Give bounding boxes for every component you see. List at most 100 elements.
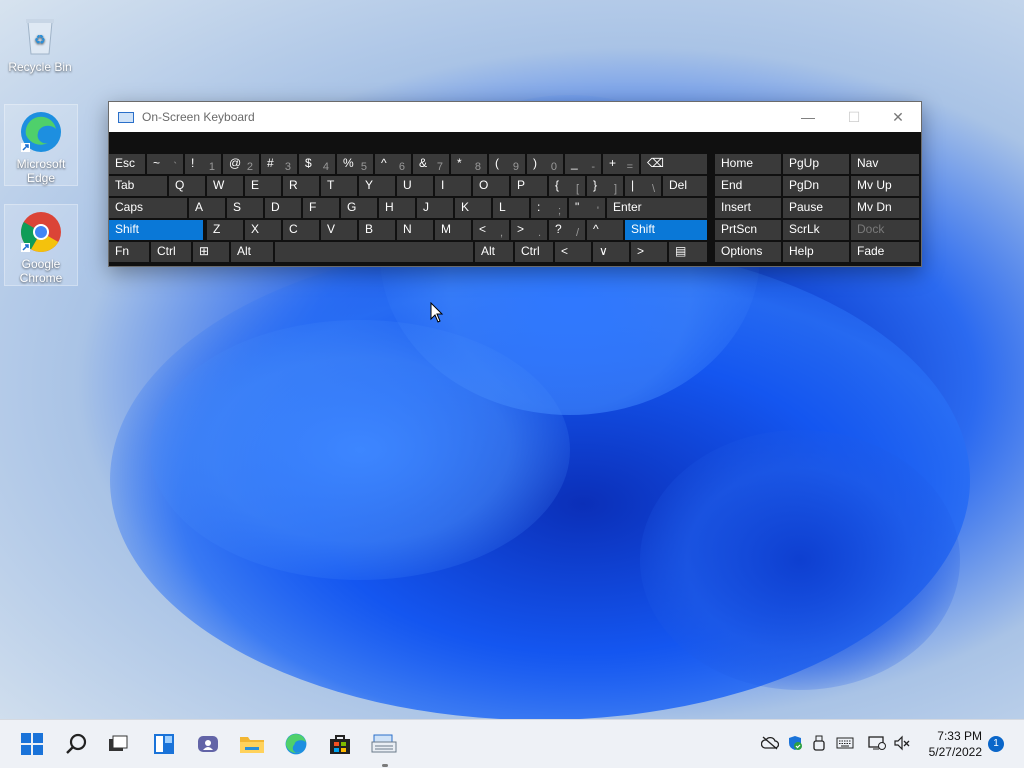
key-slash[interactable]: ? / — [549, 220, 585, 240]
key-insert[interactable]: Insert — [715, 198, 781, 218]
key-end[interactable]: End — [715, 176, 781, 196]
key-left-bracket[interactable]: {[ — [549, 176, 585, 196]
key-pgup[interactable]: PgUp — [783, 154, 849, 174]
key-backspace[interactable]: ⌫ — [641, 154, 707, 174]
key-period[interactable]: >. — [511, 220, 547, 240]
key-b[interactable]: B — [359, 220, 395, 240]
google-chrome-desktop-icon[interactable]: Google Chrome — [4, 204, 78, 286]
start-button[interactable] — [16, 728, 48, 760]
key-2[interactable]: @2 — [223, 154, 259, 174]
touch-keyboard-icon[interactable] — [836, 734, 854, 752]
key-r[interactable]: R — [283, 176, 319, 196]
key-5[interactable]: % 5 — [337, 154, 373, 174]
key-menu[interactable]: ▤ — [669, 242, 707, 262]
key-4[interactable]: $4 — [299, 154, 335, 174]
store-button[interactable] — [324, 728, 356, 760]
key-8[interactable]: * 8 — [451, 154, 487, 174]
key-comma[interactable]: <, — [473, 220, 509, 240]
key-right-arrow[interactable]: > — [631, 242, 667, 262]
key-p[interactable]: P — [511, 176, 547, 196]
key-u[interactable]: U — [397, 176, 433, 196]
key-quote[interactable]: " ' — [569, 198, 605, 218]
key-l[interactable]: L — [493, 198, 529, 218]
edge-taskbar-button[interactable] — [280, 728, 312, 760]
key-mv-up[interactable]: Mv Up — [851, 176, 919, 196]
usb-device-icon[interactable] — [810, 734, 828, 752]
key-o[interactable]: O — [473, 176, 509, 196]
key-left-arrow[interactable]: < — [555, 242, 591, 262]
key-k[interactable]: K — [455, 198, 491, 218]
key-scrlk[interactable]: ScrLk — [783, 220, 849, 240]
key-h[interactable]: H — [379, 198, 415, 218]
key-n[interactable]: N — [397, 220, 433, 240]
key-m[interactable]: M — [435, 220, 471, 240]
key-delete[interactable]: Del — [663, 176, 707, 196]
key-y[interactable]: Y — [359, 176, 395, 196]
key-windows[interactable]: ⊞ — [193, 242, 229, 262]
key-6[interactable]: ^ 6 — [375, 154, 411, 174]
key-e[interactable]: E — [245, 176, 281, 196]
key-pgdn[interactable]: PgDn — [783, 176, 849, 196]
key-minus[interactable]: _ - — [565, 154, 601, 174]
key-i[interactable]: I — [435, 176, 471, 196]
task-view-button[interactable] — [102, 728, 134, 760]
key-home[interactable]: Home — [715, 154, 781, 174]
network-icon[interactable] — [868, 734, 886, 752]
key-enter[interactable]: Enter — [607, 198, 707, 218]
key-x[interactable]: X — [245, 220, 281, 240]
key-tab[interactable]: Tab — [109, 176, 167, 196]
key-t[interactable]: T — [321, 176, 357, 196]
key-z[interactable]: Z — [207, 220, 243, 240]
file-explorer-button[interactable] — [236, 728, 268, 760]
key-caps-lock[interactable]: Caps — [109, 198, 187, 218]
key-right-bracket[interactable]: }] — [587, 176, 623, 196]
key-prtscn[interactable]: PrtScn — [715, 220, 781, 240]
search-button[interactable] — [60, 728, 92, 760]
notification-badge[interactable]: 1 — [988, 736, 1004, 752]
key-equals[interactable]: + = — [603, 154, 639, 174]
key-pause[interactable]: Pause — [783, 198, 849, 218]
key-0[interactable]: ) 0 — [527, 154, 563, 174]
volume-muted-icon[interactable] — [893, 734, 911, 752]
widgets-button[interactable] — [148, 728, 180, 760]
key-mv-dn[interactable]: Mv Dn — [851, 198, 919, 218]
key-tilde[interactable]: ~ ` — [147, 154, 183, 174]
key-g[interactable]: G — [341, 198, 377, 218]
key-nav[interactable]: Nav — [851, 154, 919, 174]
recycle-bin-desktop-icon[interactable]: ♻ Recycle Bin — [4, 8, 76, 74]
key-right-ctrl[interactable]: Ctrl — [515, 242, 553, 262]
key-9[interactable]: (9 — [489, 154, 525, 174]
key-down-arrow[interactable]: ∨ — [593, 242, 629, 262]
system-clock[interactable]: 7:33 PM 5/27/2022 — [929, 728, 982, 760]
window-title-bar[interactable]: On-Screen Keyboard — ☐ ✕ — [109, 102, 921, 132]
key-right-shift[interactable]: Shift — [625, 220, 707, 240]
key-w[interactable]: W — [207, 176, 243, 196]
chat-button[interactable] — [192, 728, 224, 760]
key-j[interactable]: J — [417, 198, 453, 218]
key-options[interactable]: Options — [715, 242, 781, 262]
key-semicolon[interactable]: :; — [531, 198, 567, 218]
minimize-button[interactable]: — — [785, 102, 831, 132]
close-button[interactable]: ✕ — [875, 102, 921, 132]
maximize-button[interactable]: ☐ — [831, 102, 877, 132]
key-help[interactable]: Help — [783, 242, 849, 262]
key-up-arrow[interactable]: ^ — [587, 220, 623, 240]
key-fn[interactable]: Fn — [109, 242, 149, 262]
key-left-shift[interactable]: Shift — [109, 220, 203, 240]
key-1[interactable]: ! 1 — [185, 154, 221, 174]
key-v[interactable]: V — [321, 220, 357, 240]
key-fade[interactable]: Fade — [851, 242, 919, 262]
key-d[interactable]: D — [265, 198, 301, 218]
key-f[interactable]: F — [303, 198, 339, 218]
key-right-alt[interactable]: Alt — [475, 242, 513, 262]
key-q[interactable]: Q — [169, 176, 205, 196]
key-backslash[interactable]: | \ — [625, 176, 661, 196]
key-7[interactable]: & 7 — [413, 154, 449, 174]
key-space[interactable] — [275, 242, 473, 262]
on-screen-keyboard-taskbar-button[interactable] — [368, 728, 400, 760]
key-esc[interactable]: Esc — [109, 154, 145, 174]
key-a[interactable]: A — [189, 198, 225, 218]
key-left-alt[interactable]: Alt — [231, 242, 273, 262]
key-s[interactable]: S — [227, 198, 263, 218]
microsoft-edge-desktop-icon[interactable]: Microsoft Edge — [4, 104, 78, 186]
